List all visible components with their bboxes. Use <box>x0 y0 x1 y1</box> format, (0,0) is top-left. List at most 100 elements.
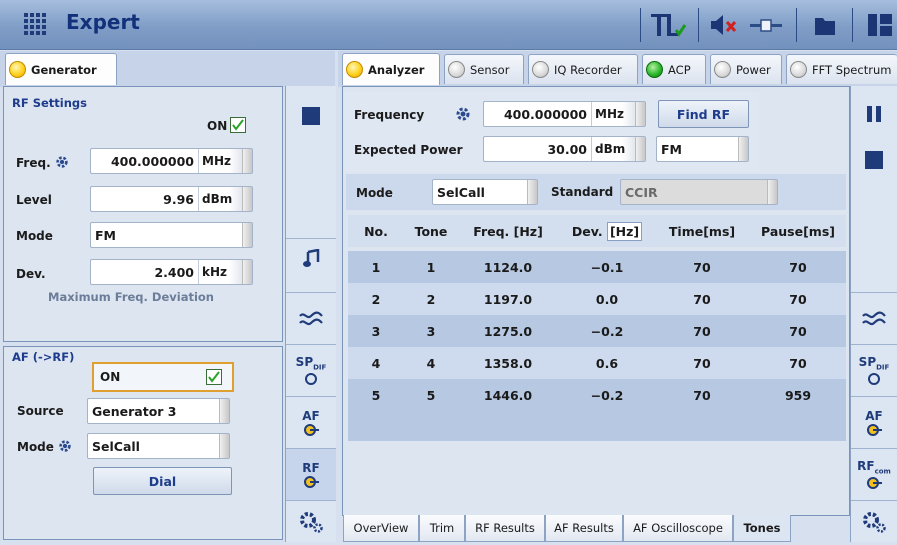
tab-sensor[interactable]: Sensor <box>444 54 524 84</box>
rf-com-sub: com <box>874 467 891 476</box>
stop-button[interactable] <box>851 138 897 182</box>
tab-rf-results[interactable]: RF Results <box>465 515 545 542</box>
volume-slider-icon[interactable] <box>748 10 784 40</box>
dropdown-handle[interactable] <box>242 149 252 173</box>
app-menu-grid-icon[interactable] <box>24 13 46 35</box>
tab-label: Generator <box>31 62 97 77</box>
tab-overview[interactable]: OverView <box>343 515 419 542</box>
table-row[interactable]: 4 4 1358.0 0.6 70 70 <box>348 347 846 379</box>
dropdown-handle[interactable] <box>219 399 229 423</box>
tab-trim[interactable]: Trim <box>419 515 465 542</box>
expected-power-field[interactable]: 30.00 dBm <box>483 136 646 162</box>
selcall-mode-field[interactable]: SelCall <box>432 179 538 205</box>
power-status-led <box>714 61 731 78</box>
selcall-mode-value: SelCall <box>437 184 485 200</box>
gears-icon <box>300 511 323 533</box>
cell-dev: 0.0 <box>595 291 619 307</box>
app-title: Expert <box>66 10 140 34</box>
expected-power-value: 30.00 <box>547 141 587 157</box>
tab-tones[interactable]: Tones <box>733 515 791 542</box>
dropdown-handle[interactable] <box>242 187 252 211</box>
settings-button[interactable] <box>851 500 897 542</box>
af-connector-button[interactable]: AF <box>286 396 336 448</box>
dropdown-handle[interactable] <box>635 137 645 161</box>
find-rf-button[interactable]: Find RF <box>658 100 749 128</box>
pause-button[interactable] <box>851 94 897 134</box>
spdif-button[interactable]: SPDIF <box>851 344 897 396</box>
rf-on-checkbox[interactable] <box>230 117 246 133</box>
rf-connector-button[interactable]: RF <box>286 448 336 500</box>
settings-button[interactable] <box>286 500 336 542</box>
source-field[interactable]: Generator 3 <box>87 398 230 424</box>
filter-button[interactable] <box>286 292 336 344</box>
toolbar-separator <box>698 8 699 42</box>
rf-com-connector-button[interactable]: RFcom <box>851 448 897 500</box>
table-row[interactable]: 2 2 1197.0 0.0 70 70 <box>348 283 846 315</box>
level-field[interactable]: 9.96 dBm <box>90 186 253 212</box>
tab-af-oscilloscope[interactable]: AF Oscilloscope <box>623 515 733 542</box>
gears-icon <box>863 511 886 533</box>
freq-label: Freq. <box>16 155 69 170</box>
af-on-toggle[interactable]: ON <box>92 362 234 392</box>
dropdown-handle <box>767 180 777 204</box>
dropdown-handle[interactable] <box>242 223 252 247</box>
tab-acp[interactable]: ACP <box>642 54 706 84</box>
tab-generator[interactable]: Generator <box>5 53 117 85</box>
gear-icon[interactable] <box>455 106 471 122</box>
freq-field[interactable]: 400.000000 MHz <box>90 148 253 174</box>
table-row[interactable]: 3 3 1275.0 −0.2 70 70 <box>348 315 846 347</box>
dropdown-handle[interactable] <box>738 137 748 161</box>
acp-status-led <box>646 61 663 78</box>
stop-button[interactable] <box>286 86 336 146</box>
filter-button[interactable] <box>851 292 897 344</box>
connector-arrow-icon <box>867 423 882 436</box>
filter-wave-icon <box>299 311 323 325</box>
af-connector-button[interactable]: AF <box>851 396 897 448</box>
layout-icon[interactable] <box>866 10 894 40</box>
gear-icon[interactable] <box>55 155 69 169</box>
folder-icon[interactable] <box>812 10 838 40</box>
dev-unit[interactable]: kHz <box>198 260 242 284</box>
dropdown-handle[interactable] <box>219 434 229 458</box>
tab-fft-spectrum[interactable]: FFT Spectrum <box>786 54 897 84</box>
level-label: Level <box>16 193 52 207</box>
frequency-unit[interactable]: MHz <box>591 102 635 126</box>
freq-unit[interactable]: MHz <box>198 149 242 173</box>
standard-label: Standard <box>551 185 614 199</box>
tab-af-results[interactable]: AF Results <box>545 515 623 542</box>
dropdown-handle[interactable] <box>635 102 645 126</box>
level-unit[interactable]: dBm <box>198 187 242 211</box>
tab-analyzer[interactable]: Analyzer <box>342 53 440 85</box>
demodulation-field[interactable]: FM <box>656 136 749 162</box>
expected-power-unit[interactable]: dBm <box>591 137 635 161</box>
dropdown-handle[interactable] <box>242 260 252 284</box>
gear-icon[interactable] <box>58 439 72 453</box>
af-mode-field[interactable]: SelCall <box>87 433 230 459</box>
tab-power[interactable]: Power <box>710 54 782 84</box>
cell-time: 70 <box>693 323 711 339</box>
frequency-label: Frequency <box>354 108 425 122</box>
table-row[interactable]: 5 5 1446.0 −0.2 70 959 <box>348 379 846 411</box>
dev-field[interactable]: 2.400 kHz <box>90 259 253 285</box>
cell-time: 70 <box>693 259 711 275</box>
mode-field[interactable]: FM <box>90 222 253 248</box>
tab-iq-recorder[interactable]: IQ Recorder <box>528 54 638 84</box>
trigger-check-icon[interactable] <box>648 10 688 40</box>
frequency-field[interactable]: 400.000000 MHz <box>483 101 646 127</box>
dev-unit-selector[interactable]: [Hz] <box>606 221 643 241</box>
dial-button[interactable]: Dial <box>93 467 232 495</box>
af-on-checkbox[interactable] <box>206 369 222 385</box>
expected-power-label: Expected Power <box>354 143 463 157</box>
music-note-button[interactable] <box>286 238 336 278</box>
cell-tone: 5 <box>426 387 436 403</box>
af-connector-label: AF <box>302 408 320 423</box>
cell-freq: 1124.0 <box>483 259 533 275</box>
spdif-label: SP <box>858 355 877 370</box>
af-connector-label: AF <box>865 408 883 423</box>
speaker-muted-icon[interactable] <box>708 10 742 40</box>
spdif-button[interactable]: SPDIF <box>286 344 336 396</box>
col-dev-label: Dev. <box>571 223 603 239</box>
spdif-sub: DIF <box>313 363 327 372</box>
table-row[interactable]: 1 1 1124.0 −0.1 70 70 <box>348 251 846 283</box>
dropdown-handle[interactable] <box>527 180 537 204</box>
